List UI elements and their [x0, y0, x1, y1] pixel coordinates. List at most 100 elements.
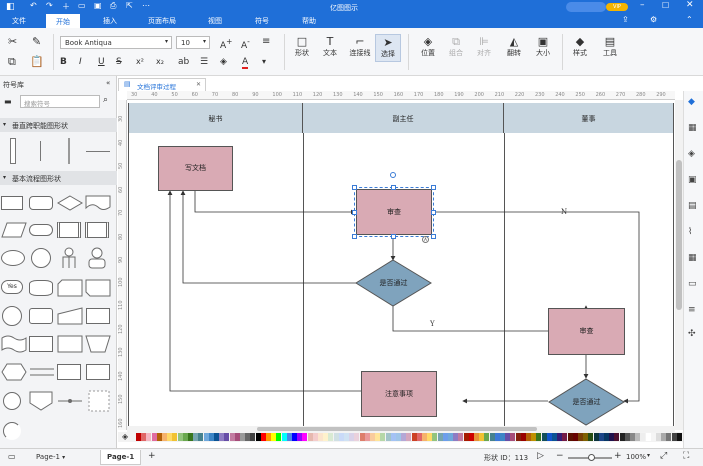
- zoom-in-icon[interactable]: +: [614, 451, 622, 461]
- format-painter-icon[interactable]: ✎: [32, 36, 41, 48]
- close-tab-icon[interactable]: ✕: [196, 81, 201, 88]
- align-icon[interactable]: ≡: [262, 36, 270, 47]
- zoom-slider-thumb[interactable]: [588, 454, 595, 461]
- settings-icon[interactable]: ⚙: [650, 15, 657, 24]
- fullscreen-icon[interactable]: ⛶: [683, 451, 689, 461]
- connector-button[interactable]: ⌐ 连接线: [347, 36, 373, 58]
- paste-icon[interactable]: 📋: [30, 56, 44, 68]
- tab-document[interactable]: ▤ 文档评审过程 ✕: [118, 78, 206, 91]
- predefined-process-shape[interactable]: [57, 222, 81, 238]
- size-button[interactable]: ▣ 大小: [533, 36, 553, 58]
- vertical-scrollbar[interactable]: [675, 100, 683, 430]
- export-icon[interactable]: ⇱: [126, 1, 133, 10]
- lane-shape-1[interactable]: [10, 138, 16, 164]
- align-left-icon[interactable]: ≡: [688, 305, 696, 315]
- tools-button[interactable]: ▤ 工具: [600, 36, 620, 58]
- decision-shape[interactable]: [57, 195, 83, 211]
- italic-icon[interactable]: I: [79, 57, 82, 67]
- close-icon[interactable]: ✕: [686, 0, 694, 10]
- new-icon[interactable]: ＋: [62, 1, 70, 12]
- person-shape[interactable]: [60, 247, 78, 269]
- circle-shape-3[interactable]: [3, 392, 21, 410]
- image-icon[interactable]: ▣: [688, 175, 697, 185]
- resize-handle[interactable]: [431, 234, 436, 239]
- lane-shape-2[interactable]: [40, 141, 41, 161]
- group-button[interactable]: ⧉ 组合: [446, 36, 466, 58]
- resize-handle[interactable]: [352, 210, 357, 215]
- parallel-lines-shape[interactable]: [29, 363, 55, 381]
- section-basic-flowchart[interactable]: 基本流程图形状: [0, 171, 117, 185]
- more-quick-icon[interactable]: ⋯: [142, 1, 150, 10]
- arrow-line-shape[interactable]: [57, 391, 83, 411]
- maximize-icon[interactable]: ☐: [662, 1, 669, 10]
- redo-icon[interactable]: ↷: [46, 1, 53, 10]
- copy-icon[interactable]: ⧉: [8, 56, 16, 68]
- node-write-document[interactable]: 写文档: [158, 146, 233, 191]
- database-shape[interactable]: [29, 280, 53, 296]
- chart-icon[interactable]: ⌇: [688, 227, 692, 237]
- resize-handle[interactable]: [352, 234, 357, 239]
- fit-page-icon[interactable]: ⤢: [660, 451, 667, 461]
- grid-icon[interactable]: ▦: [688, 123, 697, 133]
- tag-shape[interactable]: [85, 279, 111, 297]
- font-family-select[interactable]: Book Antiqua ▾: [60, 36, 172, 49]
- minimize-icon[interactable]: –: [640, 0, 645, 10]
- zoom-slider[interactable]: [568, 454, 612, 461]
- circle-shape[interactable]: [31, 248, 51, 268]
- add-page-icon[interactable]: +: [148, 451, 156, 461]
- network-icon[interactable]: ✣: [688, 329, 696, 339]
- fill-style-icon[interactable]: ◆: [688, 97, 695, 107]
- page-tab-active[interactable]: Page-1: [100, 450, 142, 465]
- rect-shape-4[interactable]: [57, 364, 81, 380]
- trapezoid-shape[interactable]: [85, 335, 111, 353]
- card-shape[interactable]: [57, 279, 83, 297]
- symbol-search-input[interactable]: 搜索符号: [20, 95, 100, 108]
- share-icon[interactable]: ⇪: [622, 15, 629, 24]
- section-vertical-cross-functional[interactable]: 垂直跨职能图形状: [0, 118, 117, 132]
- hexagon-shape[interactable]: [1, 363, 27, 381]
- color-palette[interactable]: ◈: [118, 432, 683, 442]
- lock-icon[interactable]: A: [422, 236, 429, 243]
- document-shape[interactable]: [85, 195, 111, 211]
- node-review-deputy[interactable]: 审查: [354, 187, 434, 237]
- tape-shape[interactable]: [1, 335, 27, 353]
- play-icon[interactable]: ▷: [537, 451, 544, 461]
- lane-shape-4[interactable]: [86, 151, 110, 152]
- font-size-select[interactable]: 10 ▾: [176, 36, 210, 49]
- font-color-icon[interactable]: A: [242, 57, 249, 69]
- half-circle-shape[interactable]: [3, 422, 21, 440]
- increase-font-icon[interactable]: A+: [220, 37, 232, 51]
- data-shape[interactable]: [1, 222, 27, 238]
- text-button[interactable]: T 文本: [320, 36, 340, 58]
- save-icon[interactable]: ▣: [94, 1, 102, 10]
- rotate-handle[interactable]: [390, 172, 396, 178]
- user-shape[interactable]: [87, 247, 107, 269]
- superscript-icon[interactable]: x²: [136, 57, 144, 66]
- diagram-canvas[interactable]: 秘书 副主任 董事 N Y 写文档 审查 A 是否通过 审查 是否通过 注意事项: [127, 100, 675, 430]
- underline-icon[interactable]: U: [98, 57, 105, 67]
- cut-icon[interactable]: ✂: [8, 36, 17, 48]
- collapse-panel-icon[interactable]: «: [106, 79, 110, 87]
- undo-icon[interactable]: ↶: [30, 1, 37, 10]
- rect-shape-5[interactable]: [86, 364, 110, 380]
- zoom-level[interactable]: 100%: [626, 453, 646, 461]
- page-icon[interactable]: ▤: [688, 201, 697, 211]
- open-icon[interactable]: ▭: [78, 1, 86, 10]
- bold-icon[interactable]: B: [60, 57, 67, 67]
- menu-home[interactable]: 开始: [46, 14, 80, 28]
- resize-handle[interactable]: [352, 185, 357, 190]
- circle-shape-2[interactable]: [2, 306, 22, 326]
- off-page-shape[interactable]: [29, 391, 53, 411]
- terminator-shape[interactable]: [29, 224, 53, 236]
- circle-ellipse-shape[interactable]: [1, 250, 25, 266]
- select-button[interactable]: ➤ 选择: [375, 34, 401, 62]
- resize-handle[interactable]: [391, 234, 396, 239]
- flip-button[interactable]: ◭ 翻转: [504, 36, 524, 58]
- shape-button[interactable]: □ 形状: [292, 36, 312, 58]
- yes-terminator-shape[interactable]: Yes: [1, 280, 23, 294]
- page-panel-icon[interactable]: ▭: [8, 452, 16, 461]
- zoom-out-icon[interactable]: −: [556, 451, 564, 461]
- resize-handle[interactable]: [431, 185, 436, 190]
- fill-color-icon[interactable]: ◈: [220, 57, 227, 67]
- page-selector[interactable]: Page-1 ▾: [36, 453, 65, 461]
